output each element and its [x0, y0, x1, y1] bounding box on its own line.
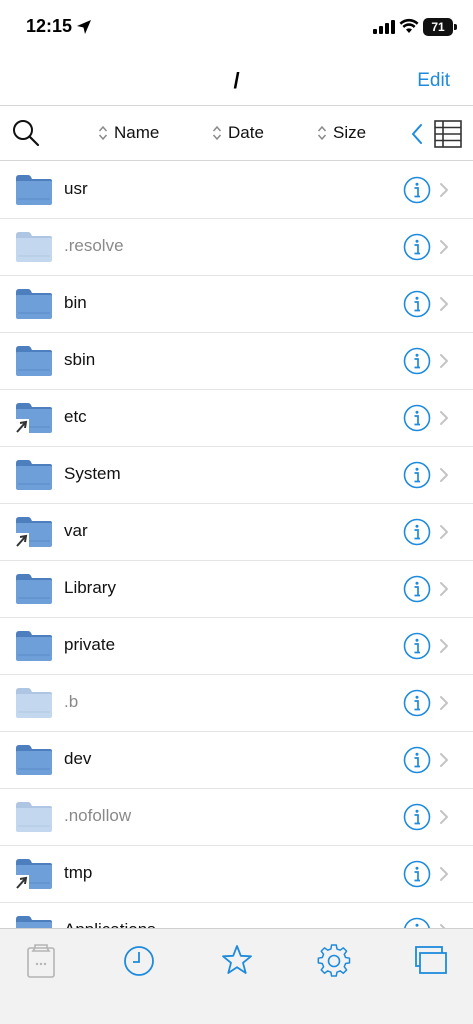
file-name: usr	[64, 179, 88, 198]
file-row[interactable]: System	[0, 447, 473, 504]
file-row[interactable]: Applications	[0, 903, 473, 928]
file-row[interactable]: var	[0, 504, 473, 561]
file-name: System	[64, 464, 121, 483]
navigation-bar: / Edit	[0, 56, 473, 106]
sort-arrows-icon	[98, 125, 108, 141]
info-icon[interactable]	[403, 632, 431, 660]
file-name: tmp	[64, 863, 93, 882]
file-name: var	[64, 521, 88, 540]
file-row[interactable]: etc	[0, 390, 473, 447]
file-row[interactable]: tmp	[0, 846, 473, 903]
folder-icon	[16, 916, 52, 928]
cellular-signal-icon	[373, 20, 395, 34]
chevron-right-icon	[440, 240, 448, 254]
file-row[interactable]: usr	[0, 162, 473, 219]
chevron-right-icon	[440, 867, 448, 881]
chevron-right-icon	[440, 183, 448, 197]
info-icon[interactable]	[403, 860, 431, 888]
chevron-right-icon	[440, 468, 448, 482]
chevron-right-icon	[440, 297, 448, 311]
chevron-right-icon	[440, 753, 448, 767]
info-icon[interactable]	[403, 404, 431, 432]
info-icon[interactable]	[403, 689, 431, 717]
status-time: 12:15	[26, 16, 73, 36]
sort-by-date-button[interactable]: Date	[212, 123, 264, 143]
file-name: Library	[64, 578, 116, 597]
info-icon[interactable]	[403, 347, 431, 375]
sort-arrows-icon	[317, 125, 327, 141]
sort-date-label: Date	[228, 123, 264, 142]
sort-by-name-button[interactable]: Name	[98, 123, 159, 143]
chevron-right-icon	[440, 411, 448, 425]
folder-icon	[16, 346, 52, 376]
folder-icon	[16, 232, 52, 262]
chevron-right-icon	[440, 810, 448, 824]
file-name: sbin	[64, 350, 96, 369]
clipboard-icon[interactable]	[26, 943, 56, 979]
file-row[interactable]: .nofollow	[0, 789, 473, 846]
windows-icon[interactable]	[414, 945, 448, 975]
folder-icon	[16, 460, 52, 490]
info-icon[interactable]	[403, 518, 431, 546]
file-row[interactable]: .resolve	[0, 219, 473, 276]
battery-indicator: 71	[423, 18, 453, 36]
file-name: .nofollow	[64, 806, 132, 825]
folder-icon	[16, 631, 52, 661]
sort-name-label: Name	[114, 123, 160, 142]
info-icon[interactable]	[403, 461, 431, 489]
file-name: .resolve	[64, 236, 124, 255]
chevron-right-icon	[440, 696, 448, 710]
folder-icon	[15, 859, 52, 890]
folder-icon	[16, 289, 52, 319]
file-name: dev	[64, 749, 92, 768]
status-bar: 12:15 71	[0, 0, 473, 56]
sort-by-size-button[interactable]: Size	[317, 123, 366, 143]
folder-icon	[16, 745, 52, 775]
gear-icon[interactable]	[317, 944, 351, 978]
edit-button[interactable]: Edit	[417, 70, 450, 92]
info-icon[interactable]	[403, 917, 431, 928]
chevron-right-icon	[440, 354, 448, 368]
folder-icon	[15, 403, 52, 434]
search-icon[interactable]	[12, 119, 40, 147]
list-view-icon[interactable]	[434, 120, 462, 148]
bottom-tab-bar	[0, 928, 473, 1024]
folder-icon	[15, 517, 52, 548]
file-name: bin	[64, 293, 87, 312]
file-row[interactable]: bin	[0, 276, 473, 333]
chevron-right-icon	[440, 639, 448, 653]
file-name: .b	[64, 692, 79, 711]
chevron-left-icon[interactable]	[410, 123, 424, 145]
chevron-right-icon	[440, 525, 448, 539]
page-title: /	[233, 68, 240, 93]
location-arrow-icon	[77, 20, 91, 34]
info-icon[interactable]	[403, 176, 431, 204]
file-row[interactable]: sbin	[0, 333, 473, 390]
file-row[interactable]: dev	[0, 732, 473, 789]
file-name: private	[64, 635, 116, 654]
sort-arrows-icon	[212, 125, 222, 141]
sort-size-label: Size	[333, 123, 367, 142]
star-icon[interactable]	[221, 944, 253, 976]
file-name: etc	[64, 407, 87, 426]
folder-icon	[16, 802, 52, 832]
file-row[interactable]: private	[0, 618, 473, 675]
wifi-icon	[399, 18, 419, 33]
info-icon[interactable]	[403, 746, 431, 774]
info-icon[interactable]	[403, 575, 431, 603]
clock-icon[interactable]	[123, 945, 155, 977]
file-name: Applications	[64, 920, 156, 928]
folder-icon	[16, 175, 52, 205]
file-row[interactable]: .b	[0, 675, 473, 732]
file-list: usr .resolve bin sbin etc System var Lib…	[0, 162, 473, 928]
info-icon[interactable]	[403, 233, 431, 261]
chevron-right-icon	[440, 582, 448, 596]
sort-toolbar: Name Date Size	[0, 107, 473, 161]
battery-cap	[454, 24, 457, 30]
file-row[interactable]: Library	[0, 561, 473, 618]
folder-icon	[16, 688, 52, 718]
info-icon[interactable]	[403, 290, 431, 318]
folder-icon	[16, 574, 52, 604]
info-icon[interactable]	[403, 803, 431, 831]
